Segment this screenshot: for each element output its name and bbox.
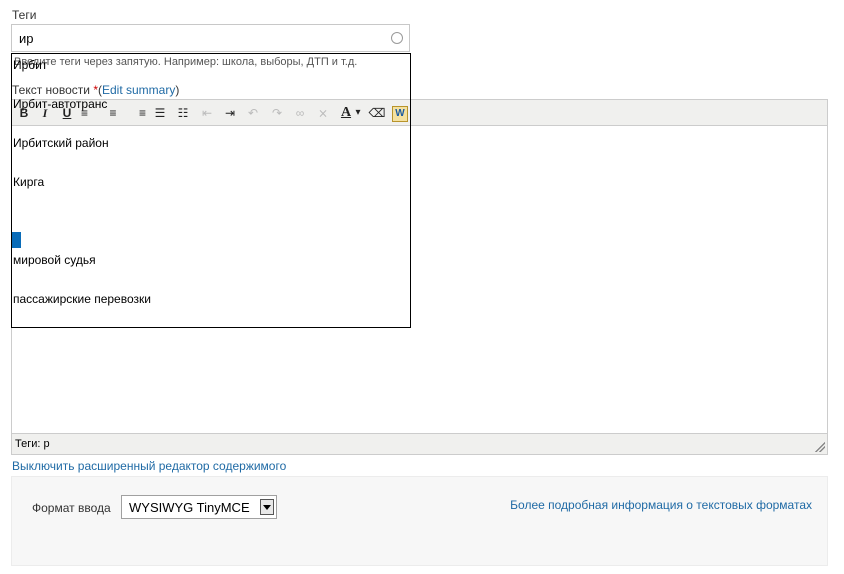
tags-autocomplete-dropdown: Ирбит Ирбит-автотранс Ирбитский район Ки… [11, 53, 411, 328]
tags-input-wrapper [11, 24, 410, 52]
disable-rich-editor-link[interactable]: Выключить расширенный редактор содержимо… [12, 459, 286, 473]
text-format-fieldset: Формат ввода WYSIWYG TinyMCE Более подро… [11, 476, 828, 566]
autocomplete-item[interactable]: Ирбит [12, 58, 411, 72]
text-format-label: Формат ввода [32, 501, 111, 515]
resize-grip-icon[interactable] [815, 442, 825, 452]
text-format-selected-value: WYSIWYG TinyMCE [129, 500, 250, 515]
editor-statusbar: Теги: p [12, 433, 827, 454]
autocomplete-throbber-icon [391, 32, 403, 44]
chevron-down-icon[interactable] [260, 499, 274, 515]
text-format-help-link[interactable]: Более подробная информация о текстовых ф… [510, 498, 812, 512]
autocomplete-item-selected[interactable]: мировой судья [12, 253, 411, 267]
text-format-select[interactable]: WYSIWYG TinyMCE [121, 495, 277, 519]
tags-label: Теги [12, 8, 37, 22]
autocomplete-item[interactable]: Ирбитский район [12, 136, 411, 150]
autocomplete-item[interactable]: пассажирские перевозки [12, 292, 411, 306]
element-path: Теги: p [15, 438, 50, 450]
autocomplete-selected-highlight[interactable] [12, 232, 21, 248]
tags-input[interactable] [12, 25, 389, 51]
autocomplete-item[interactable]: Ирбит-автотранс [12, 97, 411, 111]
autocomplete-item[interactable]: Кирга [12, 175, 411, 189]
